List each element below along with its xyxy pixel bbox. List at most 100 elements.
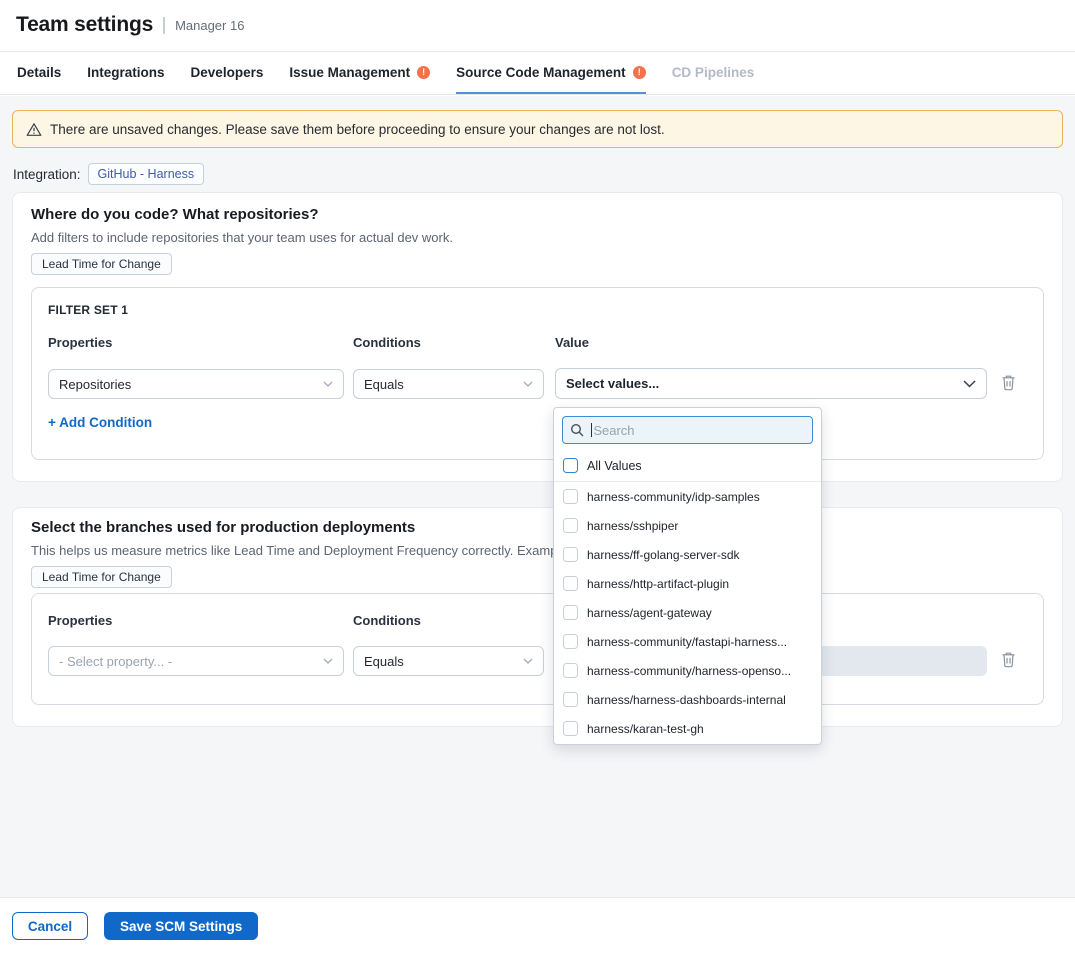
option-label: harness/harness-dashboards-internal <box>587 693 786 707</box>
lead-time-tag: Lead Time for Change <box>31 253 172 275</box>
condition-select-value: Equals <box>364 377 404 392</box>
tab[interactable]: Source Code Management ! <box>456 52 646 94</box>
option-checkbox[interactable] <box>563 692 578 707</box>
dropdown-option-clipped[interactable]: harness/fastapi-test-dashboard <box>554 743 821 745</box>
title-divider <box>163 17 165 34</box>
option-checkbox[interactable] <box>563 489 578 504</box>
text-cursor <box>591 423 592 437</box>
branch-condition-value: Equals <box>364 654 404 669</box>
option-checkbox[interactable] <box>563 605 578 620</box>
option-checkbox[interactable] <box>563 663 578 678</box>
title-row: Team settings Manager 16 <box>16 13 244 37</box>
value-column-label: Value <box>555 335 589 350</box>
dropdown-option[interactable]: harness-community/idp-samples <box>554 482 821 511</box>
dropdown-option[interactable]: harness/karan-test-gh <box>554 714 821 743</box>
save-scm-settings-button[interactable]: Save SCM Settings <box>104 912 258 940</box>
delete-filter-button[interactable] <box>998 372 1018 392</box>
branches-card-title: Select the branches used for production … <box>31 519 415 536</box>
dropdown-option[interactable]: harness-community/harness-openso... <box>554 656 821 685</box>
properties-column-label: Properties <box>48 613 112 628</box>
page-title: Team settings <box>16 13 153 37</box>
conditions-column-label: Conditions <box>353 613 421 628</box>
branch-property-select[interactable]: - Select property... - <box>48 646 344 676</box>
value-dropdown-panel: All Values harness-community/idp-samples… <box>553 407 822 745</box>
dropdown-option[interactable]: harness/http-artifact-plugin <box>554 569 821 598</box>
filter-set-title: FILTER SET 1 <box>48 303 128 317</box>
option-checkbox[interactable] <box>563 547 578 562</box>
filter-set-box: FILTER SET 1 Properties Conditions Value… <box>31 287 1044 460</box>
footer-bar: Cancel Save SCM Settings <box>0 897 1075 954</box>
tab[interactable]: Developers <box>191 52 264 94</box>
integration-row: Integration: GitHub - Harness <box>13 162 204 186</box>
integration-chip[interactable]: GitHub - Harness <box>88 163 205 185</box>
chevron-down-icon <box>323 658 333 664</box>
tab-label: Developers <box>191 65 264 80</box>
tab[interactable]: CD Pipelines <box>672 52 755 94</box>
option-checkbox[interactable] <box>563 518 578 533</box>
unsaved-changes-banner: There are unsaved changes. Please save t… <box>12 110 1063 148</box>
value-multiselect[interactable]: Select values... <box>555 368 987 399</box>
cancel-button[interactable]: Cancel <box>12 912 88 940</box>
branches-card-subtitle: This helps us measure metrics like Lead … <box>31 543 579 558</box>
lead-time-tag: Lead Time for Change <box>31 566 172 588</box>
tab-label: Issue Management <box>289 65 410 80</box>
page-header: Team settings Manager 16 <box>0 0 1075 52</box>
tab[interactable]: Details <box>17 52 61 94</box>
option-checkbox[interactable] <box>563 721 578 736</box>
chevron-down-icon <box>963 380 976 388</box>
search-input[interactable] <box>593 423 805 438</box>
branch-condition-select[interactable]: Equals <box>353 646 544 676</box>
tab-warning-icon: ! <box>633 66 646 79</box>
tab[interactable]: Integrations <box>87 52 164 94</box>
add-condition-link[interactable]: + Add Condition <box>48 415 152 430</box>
option-label: harness/sshpiper <box>587 519 678 533</box>
branches-card: Select the branches used for production … <box>12 507 1063 727</box>
page-context: Manager 16 <box>175 18 244 33</box>
dropdown-option[interactable]: harness/agent-gateway <box>554 598 821 627</box>
repositories-card-title: Where do you code? What repositories? <box>31 206 319 223</box>
banner-message: There are unsaved changes. Please save t… <box>50 122 665 137</box>
repositories-card-subtitle: Add filters to include repositories that… <box>31 230 453 245</box>
conditions-column-label: Conditions <box>353 335 421 350</box>
option-checkbox[interactable] <box>563 576 578 591</box>
all-values-option[interactable]: All Values <box>554 450 821 482</box>
repositories-card: Where do you code? What repositories? Ad… <box>12 192 1063 482</box>
option-label: harness/agent-gateway <box>587 606 712 620</box>
dropdown-option[interactable]: harness/sshpiper <box>554 511 821 540</box>
option-label: harness/http-artifact-plugin <box>587 577 729 591</box>
dropdown-option[interactable]: harness/harness-dashboards-internal <box>554 685 821 714</box>
branches-filter-box: Properties Conditions - Select property.… <box>31 593 1044 705</box>
property-select-value: Repositories <box>59 377 131 392</box>
option-label: harness-community/harness-openso... <box>587 664 791 678</box>
all-values-label: All Values <box>587 459 642 473</box>
option-label: harness-community/idp-samples <box>587 490 760 504</box>
tab-label: CD Pipelines <box>672 65 755 80</box>
dropdown-option-list: harness-community/idp-samples harness/ss… <box>554 482 821 743</box>
option-checkbox[interactable] <box>563 634 578 649</box>
all-values-checkbox[interactable] <box>563 458 578 473</box>
dropdown-search-box[interactable] <box>562 416 813 444</box>
tab-bar: Details Integrations Developers Issue Ma… <box>0 52 1075 95</box>
dropdown-option[interactable]: harness-community/fastapi-harness... <box>554 627 821 656</box>
condition-select[interactable]: Equals <box>353 369 544 399</box>
option-label: harness/karan-test-gh <box>587 722 704 736</box>
chevron-down-icon <box>323 381 333 387</box>
chevron-down-icon <box>523 658 533 664</box>
search-icon <box>570 423 584 437</box>
warning-triangle-icon <box>26 122 42 137</box>
property-select[interactable]: Repositories <box>48 369 344 399</box>
delete-filter-button[interactable] <box>998 649 1018 669</box>
dropdown-option[interactable]: harness/ff-golang-server-sdk <box>554 540 821 569</box>
properties-column-label: Properties <box>48 335 112 350</box>
integration-label: Integration: <box>13 167 81 182</box>
tab-label: Integrations <box>87 65 164 80</box>
chevron-down-icon <box>523 381 533 387</box>
tab[interactable]: Issue Management ! <box>289 52 430 94</box>
tab-label: Source Code Management <box>456 65 626 80</box>
option-label: harness/ff-golang-server-sdk <box>587 548 740 562</box>
option-label: harness-community/fastapi-harness... <box>587 635 787 649</box>
tab-label: Details <box>17 65 61 80</box>
branch-property-placeholder: - Select property... - <box>59 654 172 669</box>
value-select-placeholder: Select values... <box>566 376 659 391</box>
tab-warning-icon: ! <box>417 66 430 79</box>
